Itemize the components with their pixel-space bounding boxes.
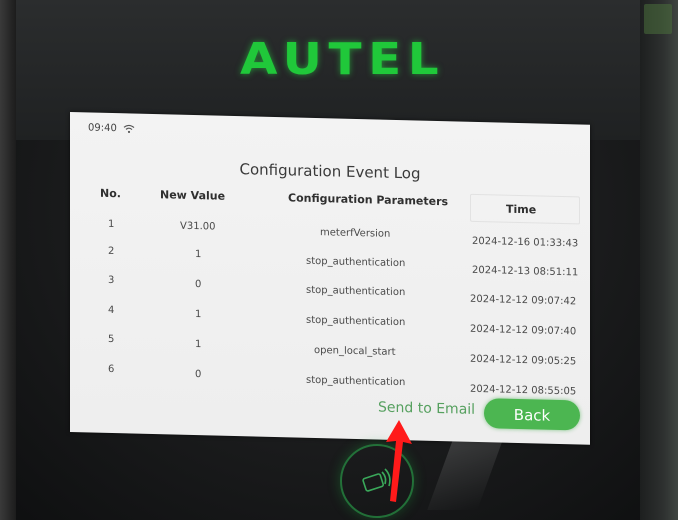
cell-no: 2 [108,245,115,258]
cell-parameter: stop_authentication [306,284,406,299]
cell-parameter: stop_authentication [306,255,406,270]
send-to-email-link[interactable]: Send to Email [378,400,475,418]
cell-time: 2024-12-12 09:07:42 [470,293,577,308]
page-title: Configuration Event Log [239,160,421,183]
cell-no: 5 [108,333,115,346]
photo-frame: AUTEL 09:40 Configuration Event Log No. … [0,0,678,520]
cell-time: 2024-12-12 09:05:25 [470,353,577,368]
cell-no: 6 [108,363,115,376]
glare [427,440,503,510]
column-header-no: No. [100,186,121,201]
cell-time: 2024-12-16 01:33:43 [472,235,579,250]
cell-new-value: 1 [195,309,202,321]
touch-screen: 09:40 Configuration Event Log No. New Va… [70,112,590,445]
cell-parameter: stop_authentication [306,314,406,329]
status-bar: 09:40 [88,122,135,134]
cell-new-value: 0 [195,369,202,381]
wifi-icon [123,124,135,134]
red-arrow-icon [384,420,414,502]
cell-new-value: V31.00 [180,220,216,233]
status-time: 09:40 [88,122,117,135]
left-edge [0,0,16,520]
column-header-parameters: Configuration Parameters [288,191,449,209]
cell-no: 3 [108,274,115,287]
cell-new-value: 0 [195,279,202,291]
cell-parameter: meterfVersion [320,227,391,240]
right-edge [640,0,678,520]
background-object [644,4,672,34]
brand-logo: AUTEL [240,34,446,85]
cell-time: 2024-12-12 09:07:40 [470,323,577,338]
cell-no: 4 [108,304,115,317]
cell-time: 2024-12-12 08:55:05 [470,383,577,398]
cell-parameter: open_local_start [314,344,396,358]
cell-parameter: stop_authentication [306,374,406,389]
cell-no: 1 [108,218,115,231]
column-header-time: Time [506,202,537,217]
column-header-new-value: New Value [160,188,226,203]
back-button[interactable]: Back [484,398,580,431]
cell-new-value: 1 [195,339,202,351]
cell-time: 2024-12-13 08:51:11 [472,264,579,279]
cell-new-value: 1 [195,249,202,261]
